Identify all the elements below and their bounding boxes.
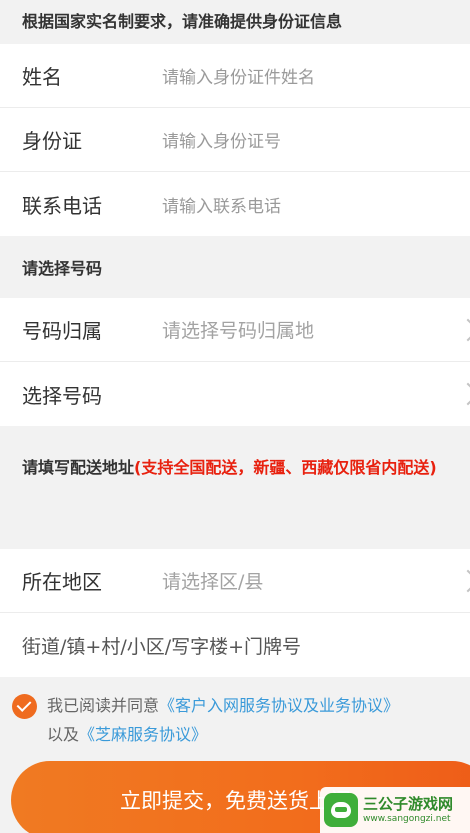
- realname-notice-text: 根据国家实名制要求，请准确提供身份证信息: [22, 12, 343, 31]
- android-logo-icon: [324, 793, 358, 827]
- number-section-header: 请选择号码: [0, 236, 470, 298]
- phone-row[interactable]: 联系电话 请输入联系电话: [0, 172, 470, 236]
- service-agreement-link[interactable]: 《客户入网服务协议及业务协议》: [159, 696, 399, 715]
- select-number-label: 选择号码: [22, 383, 102, 408]
- number-region-label: 号码归属: [22, 319, 102, 343]
- id-number-label: 身份证: [22, 129, 82, 153]
- identity-form: 姓名 请输入身份证件姓名 身份证 请输入身份证号 联系电话 请输入联系电话: [0, 44, 470, 236]
- realname-notice: 根据国家实名制要求，请准确提供身份证信息: [0, 0, 470, 44]
- address-section-title: 请填写配送地址: [22, 458, 135, 477]
- number-region-row[interactable]: 号码归属 请选择号码归属地: [0, 298, 470, 362]
- number-section-title: 请选择号码: [22, 259, 103, 278]
- street-address-input[interactable]: 街道/镇+村/小区/写字楼+门牌号: [22, 632, 301, 659]
- phone-input[interactable]: 请输入联系电话: [162, 192, 281, 217]
- area-select[interactable]: 请选择区/县: [162, 567, 263, 594]
- delivery-note: (支持全国配送，新疆、西藏仅限省内配送): [134, 458, 437, 477]
- watermark-text: 三公子游戏网 www.sangongzi.net: [363, 795, 453, 825]
- number-region-select[interactable]: 请选择号码归属地: [162, 316, 314, 343]
- chevron-right-icon: [456, 318, 470, 341]
- name-row[interactable]: 姓名 请输入身份证件姓名: [0, 44, 470, 108]
- phone-label: 联系电话: [22, 193, 102, 218]
- area-row[interactable]: 所在地区 请选择区/县: [0, 549, 470, 613]
- agreement-middle: 以及: [47, 725, 80, 744]
- order-form-page: 根据国家实名制要求，请准确提供身份证信息 姓名 请输入身份证件姓名 身份证 请输…: [0, 0, 470, 833]
- watermark-title: 三公子游戏网: [363, 795, 454, 813]
- chevron-right-icon: [456, 382, 470, 406]
- name-input[interactable]: 请输入身份证件姓名: [162, 63, 315, 88]
- number-form: 号码归属 请选择号码归属地 选择号码: [0, 298, 470, 426]
- submit-button-label: 立即提交，免费送货上门: [120, 789, 351, 813]
- agreement-prefix: 我已阅读并同意: [47, 696, 160, 715]
- agreement-block: 我已阅读并同意《客户入网服务协议及业务协议》 以及《芝麻服务协议》: [0, 677, 470, 761]
- select-number-row[interactable]: 选择号码: [0, 362, 470, 426]
- name-label: 姓名: [22, 65, 62, 89]
- watermark-url: www.sangongzi.net: [363, 814, 451, 824]
- chevron-right-icon: [456, 569, 470, 592]
- id-number-row[interactable]: 身份证 请输入身份证号: [0, 108, 470, 172]
- site-watermark: 三公子游戏网 www.sangongzi.net: [320, 787, 470, 833]
- agreement-checkbox[interactable]: [12, 694, 37, 719]
- zhima-agreement-link[interactable]: 《芝麻服务协议》: [79, 725, 207, 744]
- address-section-header: 请填写配送地址(支持全国配送，新疆、西藏仅限省内配送): [0, 426, 470, 549]
- area-label: 所在地区: [22, 570, 102, 594]
- id-number-input[interactable]: 请输入身份证号: [162, 127, 281, 152]
- street-row[interactable]: 街道/镇+村/小区/写字楼+门牌号: [0, 613, 470, 677]
- address-form: 所在地区 请选择区/县 街道/镇+村/小区/写字楼+门牌号: [0, 549, 470, 677]
